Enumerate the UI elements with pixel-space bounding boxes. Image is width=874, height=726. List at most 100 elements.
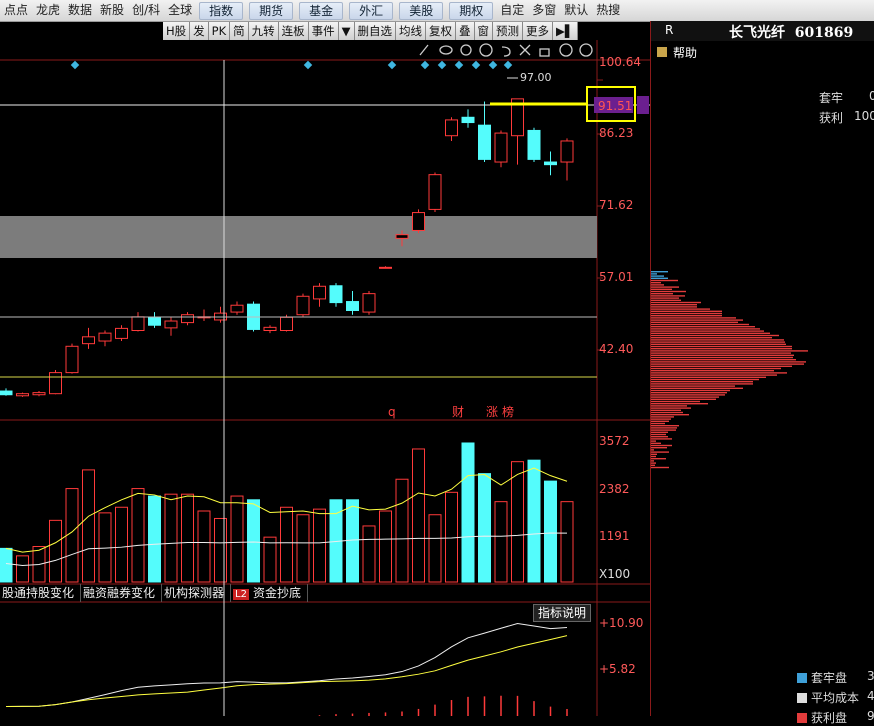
chip-bar — [651, 374, 777, 375]
chip-bar — [651, 363, 804, 364]
candle[interactable] — [462, 117, 474, 122]
candle[interactable] — [231, 305, 243, 312]
chip-bar — [651, 434, 666, 435]
event-marker-cai[interactable]: 财 — [452, 405, 464, 419]
candle[interactable] — [297, 296, 309, 314]
candle[interactable] — [99, 333, 111, 341]
chip-bar — [651, 330, 764, 331]
legend-profit-label: 获利盘 — [811, 709, 847, 726]
volume-bar — [396, 479, 408, 582]
candle[interactable] — [264, 327, 276, 330]
legend-avgcost-value: 4 — [867, 689, 874, 703]
tab-institution[interactable]: 机构探测器 — [162, 584, 231, 602]
zoom-in-icon[interactable] — [560, 44, 572, 56]
help-link[interactable]: 帮助 — [673, 44, 697, 61]
candle[interactable] — [446, 120, 458, 136]
lock-icon[interactable] — [540, 49, 549, 56]
chip-bar — [651, 443, 661, 444]
chip-bar — [651, 458, 666, 459]
volume-bar — [363, 526, 375, 582]
chip-bar — [651, 418, 671, 419]
volume-bar — [165, 494, 177, 582]
candle[interactable] — [347, 302, 359, 311]
event-marker-bang[interactable]: 榜 — [502, 404, 514, 419]
candle[interactable] — [545, 162, 557, 165]
tab-fund-bottom[interactable]: L2 资金抄底 — [231, 584, 308, 602]
event-marker-zhang[interactable]: 涨 — [486, 404, 498, 419]
chip-bar — [651, 286, 679, 287]
chip-bar — [651, 460, 654, 461]
signal-diamond[interactable] — [421, 61, 429, 69]
candle[interactable] — [528, 130, 540, 159]
candle[interactable] — [413, 213, 425, 231]
signal-diamond[interactable] — [304, 61, 312, 69]
chip-bar — [651, 407, 691, 408]
pen-icon[interactable] — [420, 45, 428, 55]
legend-profit-value: 9 — [867, 709, 874, 723]
volume-bar — [413, 449, 425, 582]
candle[interactable] — [50, 373, 62, 394]
chip-bar — [651, 412, 683, 413]
volume-bar — [248, 500, 260, 582]
chip-bar — [651, 396, 719, 397]
candle[interactable] — [149, 317, 161, 325]
legend-avgcost-icon — [797, 693, 807, 703]
chip-bar — [651, 273, 657, 274]
zoom-out-icon[interactable] — [580, 44, 592, 56]
chip-bar — [651, 308, 710, 309]
candle[interactable] — [165, 321, 177, 328]
signal-diamond[interactable] — [438, 61, 446, 69]
candle[interactable] — [330, 286, 342, 303]
indicator-tabs: 股通持股变化 融资融券变化 机构探测器 L2 资金抄底 — [0, 584, 308, 602]
play-icon[interactable] — [480, 44, 492, 56]
candle[interactable] — [182, 315, 194, 323]
volume-bar — [545, 481, 557, 582]
tab-hk-holdings[interactable]: 股通持股变化 — [0, 584, 81, 602]
legend-trapped-label: 套牢盘 — [811, 669, 847, 686]
candle[interactable] — [396, 235, 408, 239]
help-icon[interactable] — [657, 47, 667, 57]
chip-bar — [651, 317, 736, 318]
chip-bar — [651, 370, 774, 371]
signal-diamond[interactable] — [472, 61, 480, 69]
scissors-icon[interactable] — [520, 45, 530, 55]
price-tag-right — [637, 96, 649, 114]
chip-bar — [651, 295, 685, 296]
candle[interactable] — [363, 294, 375, 312]
candle[interactable] — [33, 393, 45, 395]
signal-diamond[interactable] — [71, 61, 79, 69]
candle[interactable] — [479, 125, 491, 159]
candle[interactable] — [495, 133, 507, 162]
candle[interactable] — [132, 317, 144, 331]
candle[interactable] — [561, 141, 573, 162]
signal-diamond[interactable] — [455, 61, 463, 69]
candle[interactable] — [281, 317, 293, 330]
chip-bar — [651, 300, 681, 301]
chip-bar — [651, 379, 759, 380]
event-marker-q[interactable]: q — [388, 405, 396, 419]
profit-label: 获利 — [819, 109, 843, 126]
indicator-help-button[interactable]: 指标说明 — [533, 604, 591, 622]
candle[interactable] — [83, 337, 95, 344]
chip-bar — [651, 423, 665, 424]
signal-diamond[interactable] — [388, 61, 396, 69]
chip-bar — [651, 392, 727, 393]
target-icon[interactable] — [461, 45, 471, 55]
signal-diamond[interactable] — [504, 61, 512, 69]
chip-bar — [651, 388, 743, 389]
candle[interactable] — [0, 391, 12, 395]
candle[interactable] — [380, 267, 392, 268]
chart-tool-icons[interactable] — [420, 44, 592, 56]
undo-icon[interactable] — [502, 47, 510, 56]
candle[interactable] — [66, 346, 78, 372]
indicator-axis-label: +10.90 — [599, 616, 643, 630]
chip-bar — [651, 451, 669, 452]
candle[interactable] — [17, 394, 29, 396]
signal-diamond[interactable] — [489, 61, 497, 69]
candle[interactable] — [429, 175, 441, 210]
chip-bar — [651, 366, 792, 367]
candle[interactable] — [116, 328, 128, 338]
candle[interactable] — [314, 286, 326, 299]
eye-icon[interactable] — [440, 46, 452, 54]
tab-margin[interactable]: 融资融券变化 — [81, 584, 162, 602]
